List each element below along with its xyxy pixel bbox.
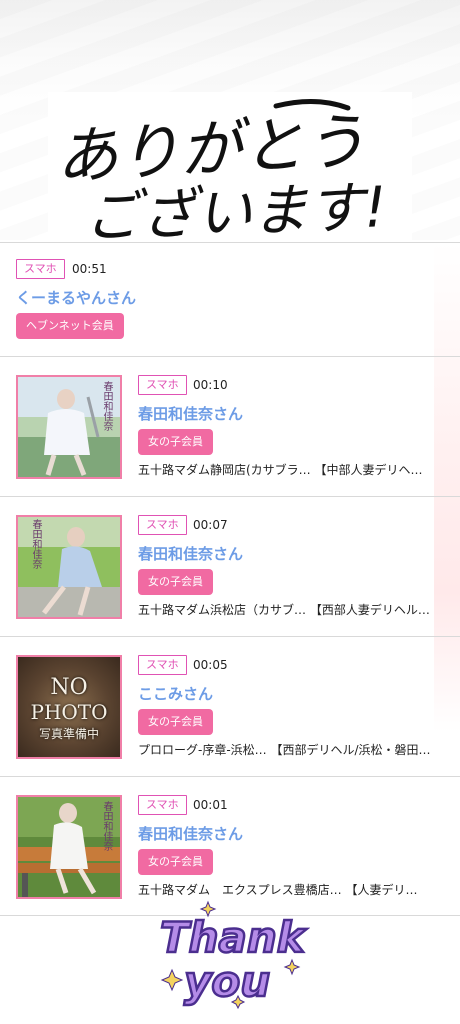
visitor-name[interactable]: 春田和佳奈さん <box>138 543 243 564</box>
member-badge: 女の子会員 <box>138 849 213 875</box>
no-photo-placeholder[interactable]: NO PHOTO 写真準備中 <box>16 655 122 759</box>
visit-time: 00:10 <box>193 378 228 392</box>
shop-name[interactable]: 五十路マダム エクスプレス豊橋店… 【人妻デリ… <box>138 881 438 898</box>
list-item[interactable]: 春田和佳奈 スマホ 00:01 春田和佳奈さん 女の子会員 五十路マダム エクス… <box>0 776 460 916</box>
photo-caption: 春田和佳奈 <box>30 519 41 569</box>
thanks-line-2: ございます! <box>83 175 388 242</box>
profile-photo[interactable]: 春田和佳奈 <box>16 795 122 899</box>
profile-photo[interactable]: 春田和佳奈 <box>16 515 122 619</box>
profile-photo[interactable]: 春田和佳奈 <box>16 375 122 479</box>
photo-caption: 春田和佳奈 <box>101 381 112 431</box>
smartphone-badge: スマホ <box>138 375 187 395</box>
list-item[interactable]: 春田和佳奈 スマホ 00:07 春田和佳奈さん 女の子会員 五十路マダム浜松店（… <box>0 496 460 636</box>
visitor-name[interactable]: 春田和佳奈さん <box>138 403 243 424</box>
shop-name[interactable]: 五十路マダム浜松店（カサブ… 【西部人妻デリヘル… <box>138 601 438 618</box>
thank-you-sticker: Thank you <box>150 900 310 1010</box>
list-item[interactable]: スマホ 00:51 くーまるやんさん ヘブンネット会員 <box>0 242 460 356</box>
visitor-list: スマホ 00:51 くーまるやんさん ヘブンネット会員 春田和佳奈 スマホ 00… <box>0 242 460 916</box>
shop-name[interactable]: 五十路マダム静岡店(カサブラ… 【中部人妻デリヘ… <box>138 461 438 478</box>
visit-time: 00:07 <box>193 518 228 532</box>
member-badge: ヘブンネット会員 <box>16 313 124 339</box>
visitor-name[interactable]: 春田和佳奈さん <box>138 823 243 844</box>
thank-you-image: Thank you <box>159 900 309 1010</box>
thank-text: Thank <box>160 913 308 962</box>
member-badge: 女の子会員 <box>138 429 213 455</box>
visitor-name[interactable]: くーまるやんさん <box>16 287 136 308</box>
shop-name[interactable]: プロローグ-序章-浜松… 【西部デリヘル/浜松・磐田… <box>138 741 438 758</box>
list-item[interactable]: 春田和佳奈 スマホ 00:10 春田和佳奈さん 女の子会員 五十路マダム静岡店(… <box>0 356 460 496</box>
list-item[interactable]: NO PHOTO 写真準備中 スマホ 00:05 ここみさん 女の子会員 プロロ… <box>0 636 460 776</box>
member-badge: 女の子会員 <box>138 569 213 595</box>
visit-time: 00:01 <box>193 798 228 812</box>
visit-time: 00:51 <box>72 262 107 276</box>
no-photo-text: NO <box>50 675 88 700</box>
smartphone-badge: スマホ <box>138 795 187 815</box>
smartphone-badge: スマホ <box>16 259 65 279</box>
visit-time: 00:05 <box>193 658 228 672</box>
smartphone-badge: スマホ <box>138 515 187 535</box>
photo-caption: 春田和佳奈 <box>101 801 112 851</box>
you-text: you <box>184 957 270 1006</box>
member-badge: 女の子会員 <box>138 709 213 735</box>
smartphone-badge: スマホ <box>138 655 187 675</box>
no-photo-text: PHOTO <box>30 700 108 724</box>
thanks-banner: ありがとう ございます! <box>48 92 412 242</box>
no-photo-subtext: 写真準備中 <box>38 727 99 741</box>
page: ありがとう ございます! スマホ 00:51 くーまるやんさん ヘブンネット会員 <box>0 0 460 1024</box>
thanks-banner-image: ありがとう ございます! <box>54 98 388 242</box>
visitor-name[interactable]: ここみさん <box>138 683 213 704</box>
